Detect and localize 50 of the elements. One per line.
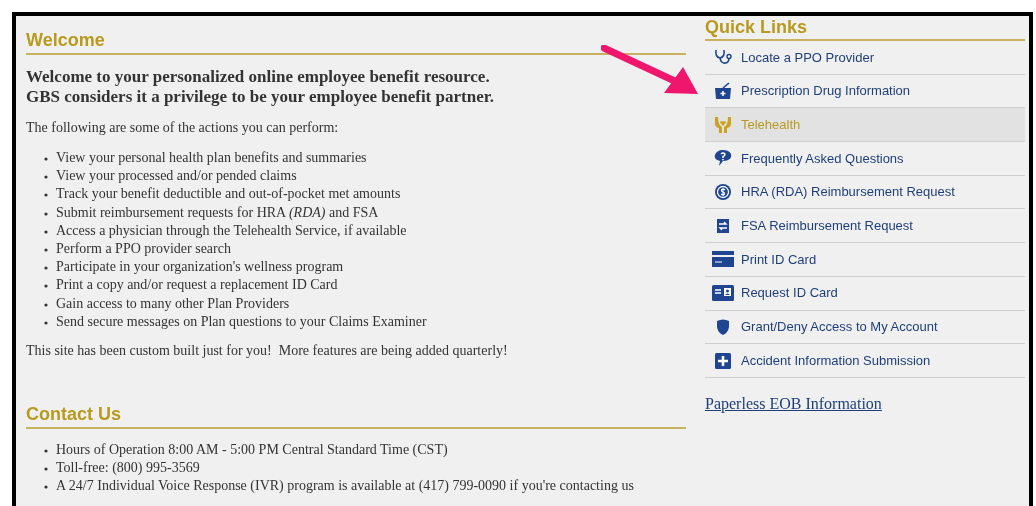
card-icon: [711, 250, 735, 269]
list-item-text: Perform a PPO provider search: [56, 240, 231, 258]
quick-link[interactable]: Locate a PPO Provider: [705, 41, 1025, 75]
question-bubble-icon: [713, 149, 733, 168]
list-item-text: Hours of Operation 8:00 AM - 5:00 PM Central Standard Time (CST): [56, 441, 448, 460]
list-item-text: Toll-free: (800) 995-3569: [56, 459, 200, 478]
dollar-coin-icon: [713, 183, 733, 202]
bullet-icon: [44, 175, 48, 180]
quick-link[interactable]: Request ID Card: [705, 276, 1025, 311]
bullet-icon: [44, 157, 48, 161]
bullet-icon: [44, 449, 48, 454]
quick-link[interactable]: Grant/Deny Access to My Account: [705, 310, 1025, 345]
bullet-icon: [44, 193, 48, 198]
bullet-icon: [44, 229, 48, 234]
list-item-text: View your processed and/or pended claims: [56, 167, 297, 186]
list-item-text: Participate in your organization's wellness program: [56, 258, 344, 277]
bullet-icon: [44, 211, 48, 216]
bullet-icon: [44, 302, 48, 307]
bullet-icon: [44, 284, 48, 289]
plus-icon: [713, 351, 733, 370]
quick-link[interactable]: Frequently Asked Questions: [705, 142, 1025, 176]
list-item-text: Print a copy and/or request a replacement ID Card: [56, 276, 338, 295]
list-item-text: Submit reimbursement requests for HRA (RDA) and FSA: [56, 203, 379, 222]
list-item-text: Access a physician through the Telehealth Service, if available: [56, 221, 407, 240]
list-item-text: Track your benefit deductible and out-of-pocket met amounts: [56, 185, 401, 204]
paperless-eob-link[interactable]: Paperless EOB Information: [705, 391, 882, 416]
bullet-icon: [44, 248, 48, 252]
heart-hands-icon: [713, 115, 733, 134]
list-item-text: View your personal health plan benefits and summaries: [56, 149, 367, 167]
quick-link[interactable]: FSA Reimbursement Request: [705, 209, 1025, 244]
basket-icon: [713, 82, 733, 101]
list-item-text: A 24/7 Individual Voice Response (IVR) program is available at (417) 799-0090 if you're contacting us: [56, 477, 634, 496]
id-card-icon: [711, 284, 735, 303]
bullet-icon: [44, 485, 48, 490]
quick-link[interactable]: Accident Information Submission: [705, 344, 1025, 378]
welcome-heading-line: GBS considers it a privilege to be your employee benefit partner.: [26, 87, 495, 107]
bullet-icon: [44, 320, 48, 325]
stethoscope-icon: [713, 48, 733, 67]
bullet-icon: [44, 266, 48, 271]
section-heading: Contact Us: [26, 402, 686, 430]
quick-link[interactable]: Print ID Card: [705, 243, 1025, 277]
intro-text: The following are some of the actions you can perform:: [26, 119, 340, 137]
quick-link[interactable]: HRA (RDA) Reimbursement Request: [705, 175, 1025, 210]
section-heading: Welcome: [26, 28, 686, 55]
list-item-text: Send secure messages on Plan questions to your Claims Examiner: [56, 312, 427, 331]
list-item-text: Gain access to many other Plan Providers: [56, 294, 290, 313]
bullet-icon: [44, 467, 48, 472]
welcome-heading-line: Welcome to your personalized online employee benefit resource.: [26, 67, 491, 87]
closing-text: This site has been custom built just for you! More features are being added quarterly!: [26, 342, 509, 361]
quick-links-heading: Quick Links: [705, 16, 1025, 41]
